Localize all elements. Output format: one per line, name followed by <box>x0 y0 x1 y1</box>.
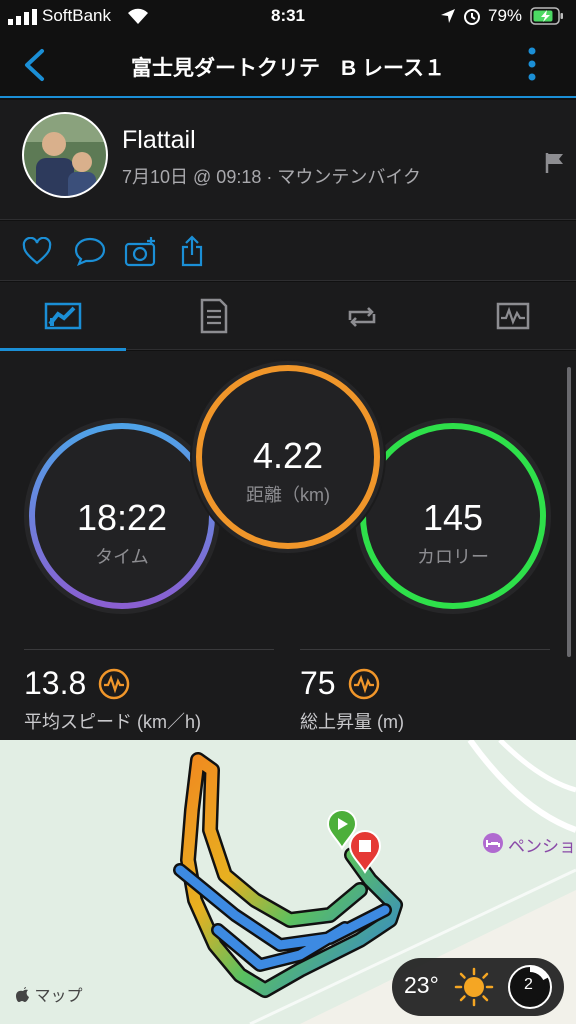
flag-icon[interactable] <box>544 152 566 174</box>
avg-speed-metric: 13.8 平均スピード (km／h) <box>24 649 274 734</box>
battery-percent: 79% <box>488 6 523 25</box>
finish-marker-icon[interactable] <box>348 830 382 874</box>
activity-tabs <box>0 282 576 351</box>
tab-laps[interactable] <box>288 282 432 350</box>
tab-charts[interactable] <box>432 282 576 350</box>
laps-repeat-icon <box>348 307 376 327</box>
battery-icon <box>530 7 563 25</box>
tab-overview[interactable] <box>0 282 144 351</box>
location-icon <box>441 9 455 23</box>
maps-logo-text: マップ <box>34 988 83 1005</box>
time-value: 18:22 <box>76 497 168 538</box>
distance-value: 4.22 <box>252 435 324 476</box>
user-name[interactable]: Flattail <box>122 126 196 155</box>
maps-logo: マップ <box>16 982 82 1006</box>
details-list-icon <box>200 298 228 334</box>
charts-icon <box>496 302 530 330</box>
weather-temp: 23° <box>404 972 439 998</box>
apple-logo-icon <box>16 987 29 1002</box>
wind-value: 2 <box>524 976 533 993</box>
elevation-value: 75 <box>300 665 336 701</box>
avg-speed-label: 平均スピード (km／h) <box>24 712 201 732</box>
avatar[interactable] <box>22 112 108 198</box>
weather-badge[interactable]: 23° 2 <box>392 958 564 1016</box>
avg-speed-value: 13.8 <box>24 665 87 701</box>
elevation-metric: 75 総上昇量 (m) <box>300 649 550 734</box>
nav-bar: 富士見ダートクリテ B レース１ <box>0 34 576 98</box>
lodging-icon <box>483 833 503 853</box>
training-effect-icon[interactable] <box>348 668 380 700</box>
calories-caption: カロリー <box>417 547 489 567</box>
tab-details[interactable] <box>144 282 288 350</box>
distance-stat: 4.22 距離（km) <box>208 435 368 507</box>
back-chevron-icon[interactable] <box>22 48 46 82</box>
status-bar: SoftBank 8:31 79% <box>0 0 576 34</box>
stats-panel: 18:22 タイム 4.22 距離（km) 145 カロリー 13.8 平均スピ… <box>0 351 576 740</box>
more-vertical-icon[interactable] <box>526 46 538 82</box>
route-map[interactable]: ペンショ マップ 23° 2 <box>0 740 576 1024</box>
sun-icon <box>454 967 494 1007</box>
calories-value: 145 <box>422 497 484 538</box>
profile-header: Flattail 7月10日 @ 09:18 · マウンテンバイク <box>0 100 576 220</box>
overview-chart-icon <box>44 302 82 330</box>
share-icon[interactable] <box>180 235 204 267</box>
activity-meta: 7月10日 @ 09:18 · マウンテンバイク <box>122 167 421 187</box>
scroll-indicator <box>567 367 571 657</box>
alarm-icon <box>464 9 480 25</box>
distance-caption: 距離（km) <box>246 485 330 505</box>
time-caption: タイム <box>95 547 149 567</box>
calories-stat: 145 カロリー <box>373 497 533 569</box>
divider <box>300 649 550 650</box>
comment-icon[interactable] <box>74 236 106 266</box>
like-heart-icon[interactable] <box>22 237 52 265</box>
training-effect-icon[interactable] <box>98 668 130 700</box>
social-actions <box>0 221 576 281</box>
poi-label[interactable]: ペンショ <box>508 832 576 857</box>
divider <box>24 649 274 650</box>
elevation-label: 総上昇量 (m) <box>300 712 404 732</box>
add-photo-icon[interactable] <box>124 235 158 267</box>
activity-title: 富士見ダートクリテ B レース１ <box>131 57 445 80</box>
time-stat: 18:22 タイム <box>42 497 202 569</box>
